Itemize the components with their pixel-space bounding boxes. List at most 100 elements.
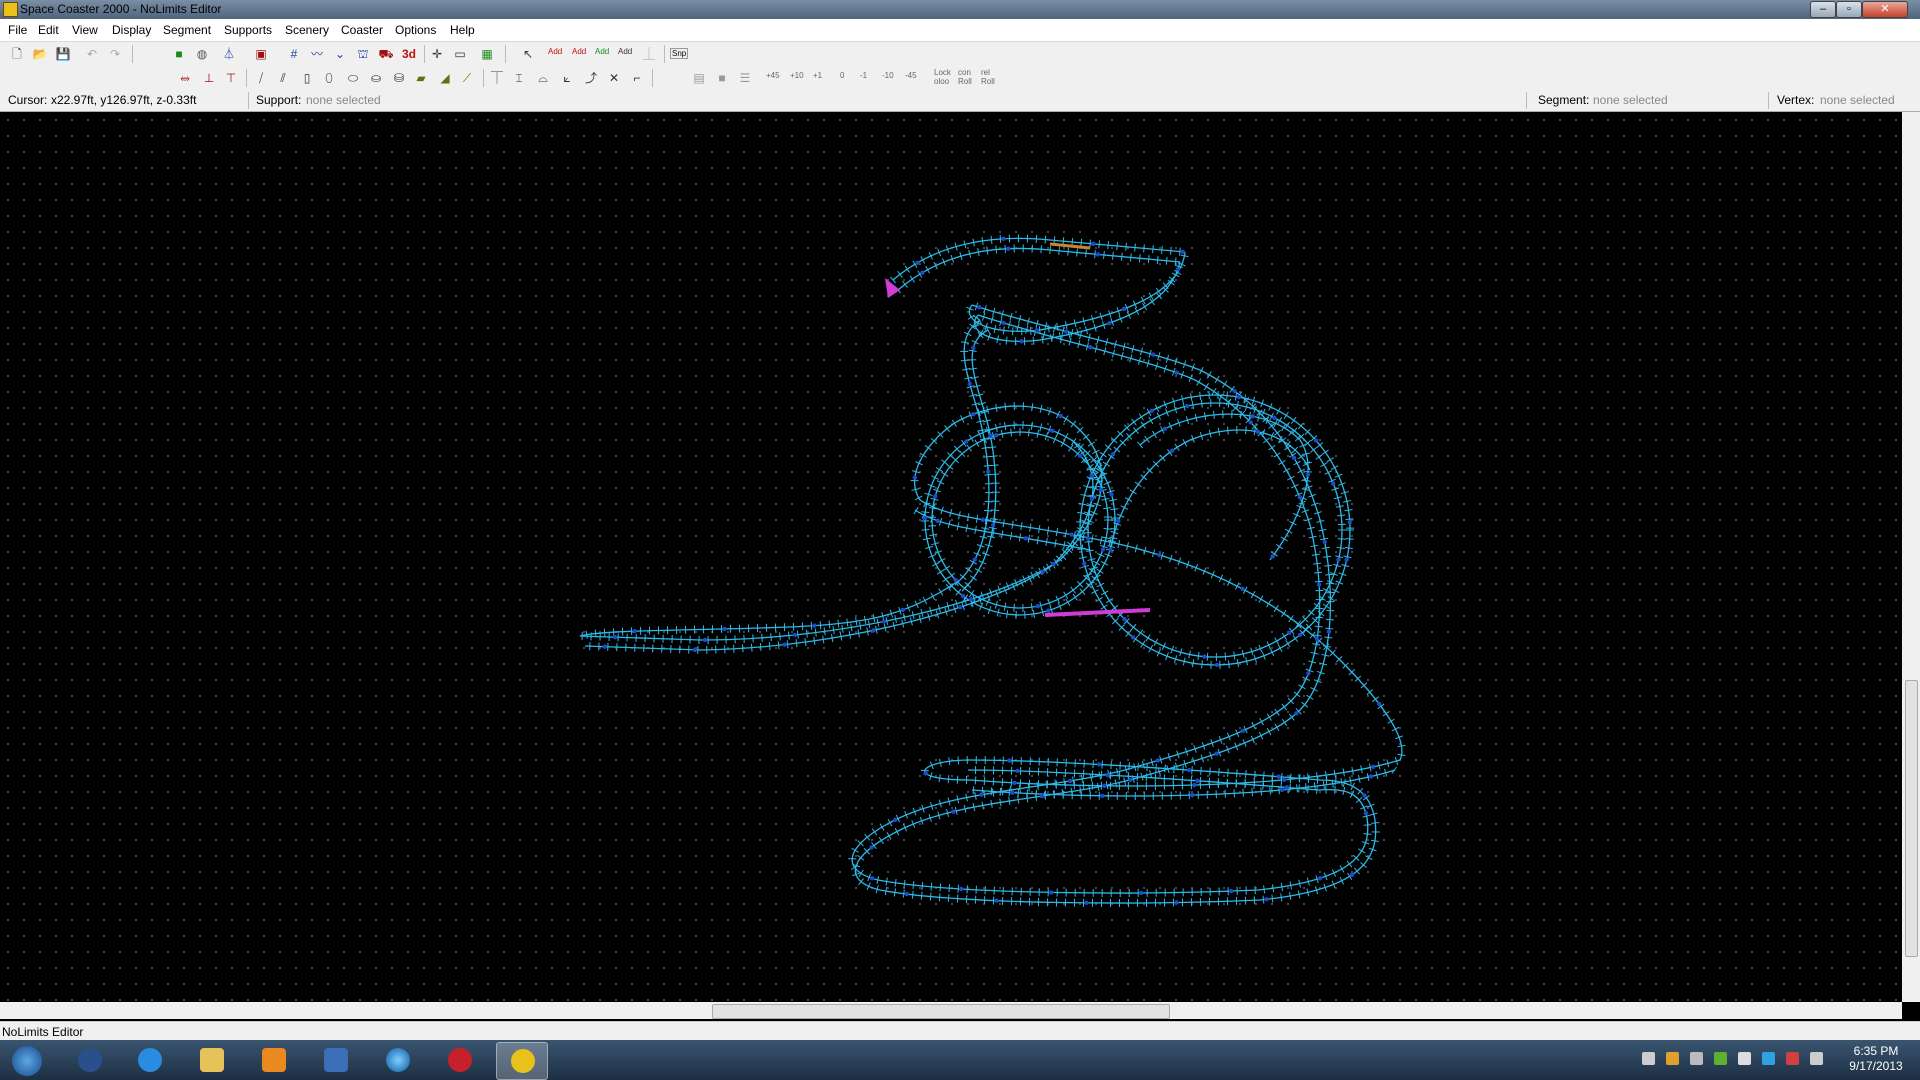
track-vertex[interactable] — [1007, 758, 1012, 763]
track-vertex[interactable] — [986, 469, 991, 474]
track-vertex[interactable] — [958, 604, 963, 610]
track-vertex[interactable] — [1023, 536, 1029, 541]
track-vertex[interactable] — [1050, 428, 1055, 433]
track-vertex[interactable] — [1138, 890, 1144, 896]
track-vertex[interactable] — [1336, 557, 1341, 562]
track-vertex[interactable] — [1294, 711, 1299, 716]
rel-roll-button[interactable]: rel — [981, 68, 990, 77]
track-vertex[interactable] — [1186, 767, 1192, 773]
track-vertex[interactable] — [1314, 636, 1320, 642]
track-vertex[interactable] — [1046, 608, 1051, 613]
menu-options[interactable]: Options — [395, 23, 436, 37]
track-vertex[interactable] — [1248, 420, 1253, 425]
track-vertex[interactable] — [1098, 487, 1104, 493]
track-vertex[interactable] — [1039, 793, 1045, 799]
track-vertex[interactable] — [869, 876, 875, 881]
track-vertex[interactable] — [1096, 762, 1102, 767]
track-vertex[interactable] — [1297, 632, 1303, 638]
track-vertex[interactable] — [933, 494, 938, 499]
track-vertex[interactable] — [1001, 320, 1006, 326]
track-vertex[interactable] — [1089, 473, 1094, 478]
ground-icon[interactable]: ⏊ — [640, 45, 658, 63]
track-vertex[interactable] — [1363, 810, 1369, 816]
track-vertex[interactable] — [1174, 900, 1179, 905]
track-vertex[interactable] — [994, 898, 999, 903]
ruler-icon[interactable]: ⟋ — [458, 69, 476, 87]
menu-view[interactable]: View — [72, 23, 98, 37]
track-vertex[interactable] — [994, 433, 999, 438]
spreadsheet-icon[interactable]: ▦ — [478, 45, 496, 63]
track-vertex[interactable] — [912, 475, 918, 480]
track-vertex[interactable] — [971, 412, 976, 417]
menu-help[interactable]: Help — [450, 23, 475, 37]
editor-viewport[interactable] — [0, 112, 1902, 1002]
track-vertex[interactable] — [1019, 339, 1024, 344]
device-tray-icon[interactable] — [1690, 1052, 1703, 1065]
menu-supports[interactable]: Supports — [224, 23, 272, 37]
track-vertex[interactable] — [1110, 452, 1116, 457]
track-vertex[interactable] — [980, 517, 986, 523]
rotate-minus45-button[interactable]: -45 — [905, 71, 917, 80]
taskbar-tasks[interactable] — [310, 1042, 360, 1078]
taskbar-media-player[interactable] — [248, 1042, 298, 1078]
track-vertex[interactable] — [967, 381, 972, 387]
track-vertex[interactable] — [1276, 774, 1281, 779]
nvidia-tray-icon[interactable] — [1714, 1052, 1727, 1065]
track-vertex[interactable] — [1236, 394, 1242, 400]
network-tray-icon[interactable] — [1642, 1052, 1655, 1065]
track-vertex[interactable] — [960, 593, 966, 599]
menu-display[interactable]: Display — [112, 23, 151, 37]
track-vertex[interactable] — [1116, 519, 1121, 524]
track-vertex[interactable] — [1105, 772, 1110, 778]
track-vertex[interactable] — [915, 260, 920, 265]
add-support-button[interactable]: Add — [595, 47, 609, 56]
track-vertex[interactable] — [1069, 532, 1074, 537]
track-vertex[interactable] — [1287, 630, 1292, 636]
track-vertex[interactable] — [1264, 897, 1269, 902]
ramp-icon[interactable]: ◢ — [436, 69, 454, 87]
track-vertex[interactable] — [1035, 603, 1041, 609]
track-vertex[interactable] — [1284, 785, 1290, 790]
taskbar-nolimits-active[interactable] — [496, 1042, 548, 1080]
track-vertex[interactable] — [959, 886, 964, 892]
track-vertex[interactable] — [1228, 888, 1234, 894]
track-vertex[interactable] — [1100, 793, 1105, 798]
add-vertex-button[interactable]: Add — [572, 47, 586, 56]
transport-icon[interactable]: ⊤ — [222, 69, 240, 87]
top-view-icon[interactable]: ⌄ — [331, 45, 349, 63]
menu-segment[interactable]: Segment — [163, 23, 211, 37]
horizontal-scroll-thumb[interactable] — [712, 1004, 1170, 1019]
track-vertex[interactable] — [1368, 774, 1374, 779]
taskbar-globe[interactable] — [372, 1042, 422, 1078]
rotate-minus1-button[interactable]: -1 — [860, 71, 867, 80]
support-x-icon[interactable]: ✕ — [605, 69, 623, 87]
cylinder-icon[interactable]: ⛀ — [367, 69, 385, 87]
track-vertex[interactable] — [1195, 778, 1200, 783]
track-vertex[interactable] — [632, 628, 637, 634]
open-folder-icon[interactable]: 📂 — [31, 45, 49, 63]
track-vertex[interactable] — [1190, 792, 1195, 798]
volume-muted-icon[interactable] — [1786, 1052, 1799, 1065]
track-vertex[interactable] — [1305, 472, 1311, 477]
support-curve-icon[interactable]: ⤴ — [582, 69, 600, 87]
menu-edit[interactable]: Edit — [38, 23, 59, 37]
track-vertex[interactable] — [1095, 252, 1101, 257]
track-vertex[interactable] — [1077, 453, 1083, 458]
track-vertex[interactable] — [1162, 426, 1168, 431]
coaster-track-wireframe[interactable] — [0, 112, 1902, 1002]
track-vertex[interactable] — [1150, 352, 1156, 357]
track-vertex[interactable] — [692, 647, 698, 653]
track-vertex[interactable] — [792, 632, 798, 638]
plate-icon[interactable]: ▰ — [412, 69, 430, 87]
track-vertex[interactable] — [1122, 616, 1127, 622]
track-vertex[interactable] — [612, 634, 618, 640]
grid-icon[interactable]: # — [285, 45, 303, 63]
cylinder-large-icon[interactable]: ⛁ — [390, 69, 408, 87]
snap-button[interactable]: Snp — [670, 48, 689, 59]
track-vertex[interactable] — [1240, 586, 1245, 592]
track-vertex[interactable] — [1279, 787, 1285, 793]
track-vertex[interactable] — [1344, 557, 1349, 562]
track-vertex[interactable] — [1347, 519, 1352, 525]
track-vertex[interactable] — [1121, 306, 1127, 312]
add-segment-button[interactable]: Add — [548, 47, 562, 56]
